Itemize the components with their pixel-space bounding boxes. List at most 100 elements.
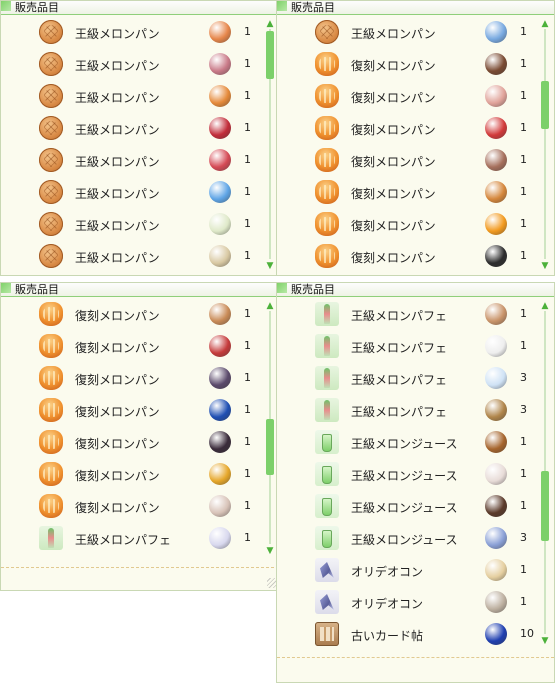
fire-orb-icon bbox=[485, 213, 507, 235]
melon-bread-icon bbox=[39, 20, 63, 44]
list-item[interactable]: 復刻メロンパン 1 bbox=[1, 459, 259, 491]
list-item[interactable]: 古いカード帖 10 bbox=[277, 619, 534, 651]
item-quantity: 1 bbox=[244, 307, 251, 320]
list-item[interactable]: 王級メロンパン 1 bbox=[1, 209, 259, 241]
item-name: 復刻メロンパン bbox=[351, 59, 436, 73]
spotted-egg-icon bbox=[485, 591, 507, 613]
brown-shell-icon bbox=[485, 149, 507, 171]
list-item[interactable]: 復刻メロンパン 1 bbox=[277, 145, 534, 177]
list-item[interactable]: 王級メロンパン 1 bbox=[1, 113, 259, 145]
list-item[interactable]: 復刻メロンパン 1 bbox=[1, 299, 259, 331]
list-item[interactable]: 王級メロンパン 1 bbox=[277, 17, 534, 49]
pink-seed-icon bbox=[209, 53, 231, 75]
item-quantity: 3 bbox=[520, 531, 527, 544]
list-item[interactable]: 王級メロンパン 1 bbox=[1, 81, 259, 113]
list-item[interactable]: 王級メロンパフェ 1 bbox=[277, 331, 534, 363]
window-title: 販売品目 bbox=[277, 283, 554, 297]
list-item[interactable]: 復刻メロンパン 1 bbox=[1, 427, 259, 459]
melon-bread-icon bbox=[315, 20, 339, 44]
white-flower-icon bbox=[209, 213, 231, 235]
revival-melon-bread-icon bbox=[39, 494, 63, 518]
list-item[interactable]: 復刻メロンパン 1 bbox=[277, 113, 534, 145]
list-item[interactable]: 王級メロンパフェ 3 bbox=[277, 363, 534, 395]
list-item[interactable]: 王級メロンジュース 1 bbox=[277, 459, 534, 491]
scroll-down-arrow-icon[interactable]: ▼ bbox=[264, 261, 276, 271]
list-item[interactable]: 復刻メロンパン 1 bbox=[277, 177, 534, 209]
list-item[interactable]: 王級メロンジュース 1 bbox=[277, 491, 534, 523]
item-quantity: 1 bbox=[520, 89, 527, 102]
item-quantity: 1 bbox=[520, 339, 527, 352]
list-item[interactable]: 復刻メロンパン 1 bbox=[1, 363, 259, 395]
revival-melon-bread-icon bbox=[315, 180, 339, 204]
list-item[interactable]: オリデオコン 1 bbox=[277, 587, 534, 619]
sale-list-window-1: 販売品目 王級メロンパン 1 王級メロンパン 1 王級メロンパン 1 王級メロンパン 1 王級メ… bbox=[0, 0, 280, 276]
scrollbar[interactable]: ▲ ▼ bbox=[539, 301, 551, 646]
melon-bread-icon bbox=[39, 180, 63, 204]
list-item[interactable]: 王級メロンジュース 3 bbox=[277, 523, 534, 555]
scrollbar[interactable]: ▲ ▼ bbox=[264, 301, 276, 556]
list-item[interactable]: 王級メロンパン 1 bbox=[1, 17, 259, 49]
scroll-thumb[interactable] bbox=[541, 81, 549, 129]
red-star-icon bbox=[209, 117, 231, 139]
scroll-thumb[interactable] bbox=[541, 471, 549, 541]
list-item[interactable]: 復刻メロンパン 1 bbox=[277, 81, 534, 113]
scroll-up-arrow-icon[interactable]: ▲ bbox=[539, 19, 551, 29]
scroll-down-arrow-icon[interactable]: ▼ bbox=[539, 636, 551, 646]
item-name: 復刻メロンパン bbox=[75, 341, 160, 355]
claw-icon bbox=[485, 495, 507, 517]
scroll-down-arrow-icon[interactable]: ▼ bbox=[539, 261, 551, 271]
list-item[interactable]: 王級メロンパン 1 bbox=[1, 145, 259, 177]
oridecon-icon bbox=[315, 590, 339, 614]
item-name: 王級メロンパン bbox=[75, 155, 160, 169]
blue-crystal-icon bbox=[485, 623, 507, 645]
blue-gem-icon bbox=[485, 527, 507, 549]
item-name: 復刻メロンパン bbox=[75, 437, 160, 451]
item-name: 王級メロンパン bbox=[75, 91, 160, 105]
list-item[interactable]: 復刻メロンパン 1 bbox=[277, 241, 534, 273]
red-gem-icon bbox=[209, 149, 231, 171]
scroll-thumb[interactable] bbox=[266, 31, 274, 79]
revival-melon-bread-icon bbox=[315, 52, 339, 76]
scroll-thumb[interactable] bbox=[266, 419, 274, 475]
item-name: 復刻メロンパン bbox=[351, 123, 436, 137]
list-item[interactable]: 王級メロンジュース 1 bbox=[277, 427, 534, 459]
list-item[interactable]: 復刻メロンパン 1 bbox=[1, 395, 259, 427]
item-quantity: 1 bbox=[244, 25, 251, 38]
list-item[interactable]: 王級メロンパン 1 bbox=[1, 177, 259, 209]
item-name: 王級メロンパフェ bbox=[75, 533, 172, 547]
list-item[interactable]: 復刻メロンパン 1 bbox=[277, 209, 534, 241]
scrollbar[interactable]: ▲ ▼ bbox=[539, 19, 551, 271]
list-item[interactable]: 王級メロンパフェ 3 bbox=[277, 395, 534, 427]
melon-parfait-icon bbox=[315, 366, 339, 390]
scroll-up-arrow-icon[interactable]: ▲ bbox=[264, 301, 276, 311]
revival-melon-bread-icon bbox=[315, 212, 339, 236]
list-item[interactable]: 王級メロンパフェ 1 bbox=[277, 299, 534, 331]
item-quantity: 1 bbox=[244, 217, 251, 230]
item-quantity: 3 bbox=[520, 371, 527, 384]
gold-card-icon bbox=[209, 463, 231, 485]
item-name: オリデオコン bbox=[351, 565, 424, 579]
item-quantity: 1 bbox=[244, 153, 251, 166]
list-item[interactable]: 王級メロンパン 1 bbox=[1, 49, 259, 81]
window-title: 販売品目 bbox=[277, 1, 554, 15]
melon-parfait-icon bbox=[315, 398, 339, 422]
item-quantity: 1 bbox=[520, 121, 527, 134]
scroll-up-arrow-icon[interactable]: ▲ bbox=[264, 19, 276, 29]
list-item[interactable]: 復刻メロンパン 1 bbox=[277, 49, 534, 81]
list-item[interactable]: 王級メロンパン 1 bbox=[1, 241, 259, 273]
scroll-down-arrow-icon[interactable]: ▼ bbox=[264, 546, 276, 556]
list-item[interactable]: 復刻メロンパン 1 bbox=[1, 491, 259, 523]
scrollbar[interactable]: ▲ ▼ bbox=[264, 19, 276, 271]
list-item[interactable]: 復刻メロンパン 1 bbox=[1, 331, 259, 363]
item-quantity: 1 bbox=[520, 307, 527, 320]
list-item[interactable]: 王級メロンパフェ 1 bbox=[1, 523, 259, 555]
scroll-up-arrow-icon[interactable]: ▲ bbox=[539, 301, 551, 311]
tan-bread-icon bbox=[209, 303, 231, 325]
item-name: 復刻メロンパン bbox=[351, 91, 436, 105]
item-name: 復刻メロンパン bbox=[351, 155, 436, 169]
blue-wings-icon bbox=[209, 181, 231, 203]
item-name: 王級メロンパン bbox=[75, 123, 160, 137]
item-quantity: 1 bbox=[520, 563, 527, 576]
item-name: 王級メロンパン bbox=[75, 59, 160, 73]
list-item[interactable]: オリデオコン 1 bbox=[277, 555, 534, 587]
